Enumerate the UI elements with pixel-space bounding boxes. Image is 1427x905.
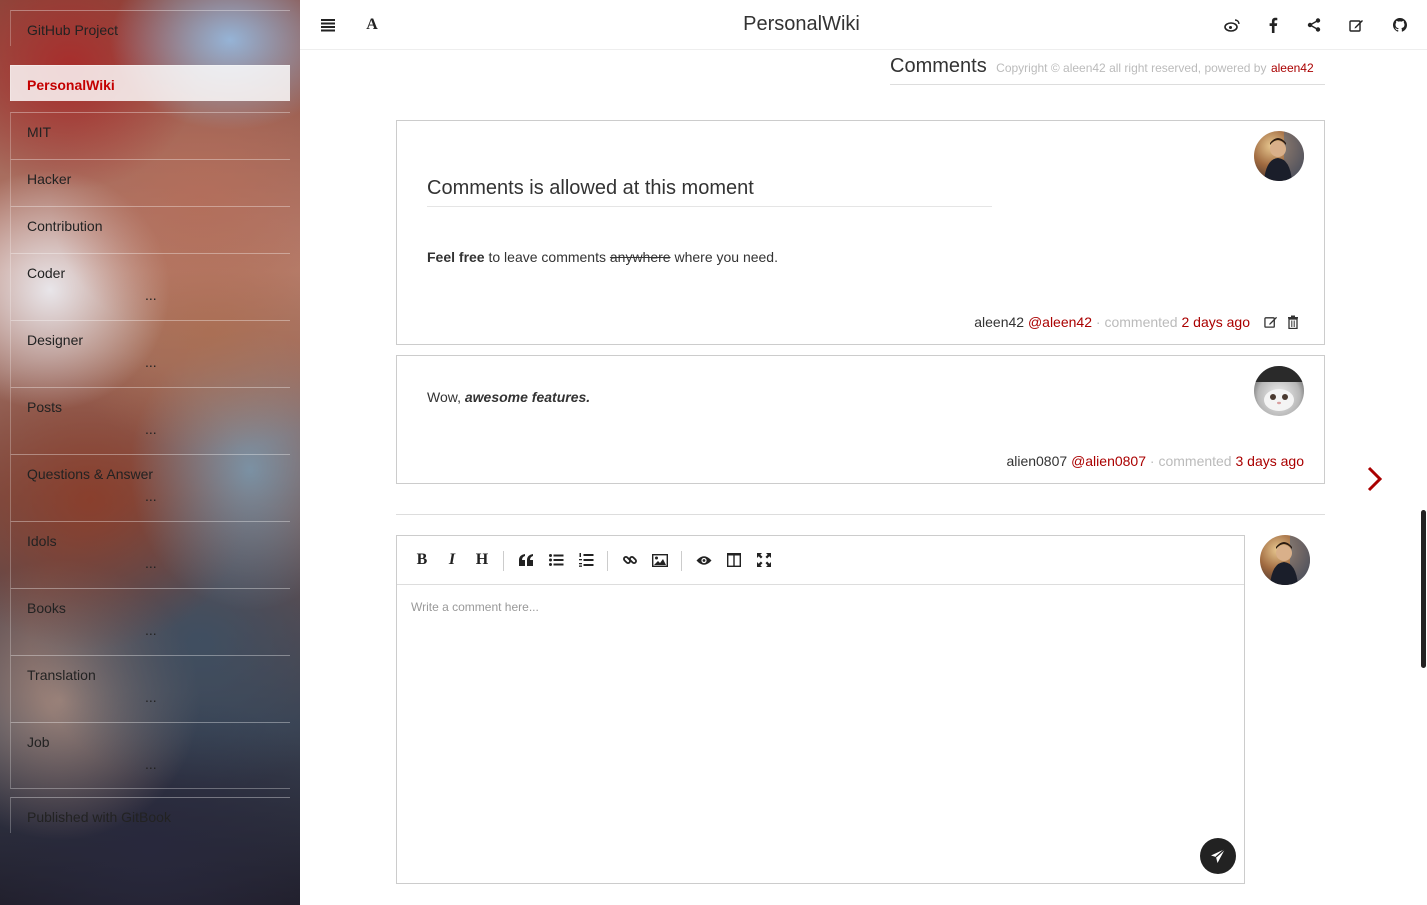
comment-card: Wow, awesome features. alien0807 @alien0… — [396, 355, 1325, 484]
comment-time: 3 days ago — [1235, 453, 1305, 469]
edit-icon[interactable] — [1346, 15, 1366, 35]
current-user-avatar[interactable] — [1260, 535, 1310, 585]
comment-author: aleen42 — [974, 314, 1025, 330]
comment-body: Feel free to leave comments anywhere whe… — [427, 249, 778, 265]
comment-time: 2 days ago — [1181, 314, 1251, 330]
sidebar-item-label: MIT — [27, 124, 52, 140]
facebook-icon[interactable] — [1263, 15, 1283, 35]
comment-author: alien0807 — [1006, 453, 1068, 469]
divider — [396, 514, 1325, 515]
avatar[interactable] — [1254, 366, 1304, 416]
edit-comment-icon[interactable] — [1264, 315, 1280, 331]
sidebar-item-more: ... — [145, 354, 157, 370]
comment-card: Comments is allowed at this moment Feel … — [396, 120, 1325, 345]
sidebar-item-more: ... — [145, 287, 157, 303]
editor-toolbar: B I H — [397, 536, 1244, 585]
sidebar-item-personalwiki[interactable]: PersonalWiki — [10, 65, 290, 101]
page-title: PersonalWiki — [743, 13, 860, 35]
sidebar-item-label: GitHub Project — [27, 22, 119, 38]
unordered-list-icon[interactable] — [545, 549, 567, 571]
sidebar-nav: GitHub Project PersonalWiki MIT Hacker C… — [10, 0, 290, 833]
sidebar-item-label: Posts — [27, 399, 63, 415]
comments-title: Comments — [890, 55, 987, 77]
sidebar-item-books[interactable]: Books ... — [10, 588, 290, 655]
sidebar-item-more: ... — [145, 555, 157, 571]
comment-input[interactable] — [397, 585, 1244, 883]
comment-body-emphasis: awesome features. — [464, 389, 591, 405]
sidebar-item-coder[interactable]: Coder ... — [10, 253, 290, 320]
sidebar-item-questions-answer[interactable]: Questions & Answer ... — [10, 454, 290, 521]
sidebar-item-more: ... — [145, 689, 157, 705]
sidebar-item-label: Contribution — [27, 218, 103, 234]
sidebar-item-label: Coder — [27, 265, 66, 281]
delete-comment-icon[interactable] — [1287, 315, 1301, 331]
sidebar-item-label: Designer — [27, 332, 84, 348]
comment-body-text: Wow, — [427, 389, 465, 405]
comment-body-bold: Feel free — [427, 249, 485, 265]
copyright-text: Copyright © aleen42 all right reserved, … — [996, 61, 1267, 75]
comment-action: commented — [1158, 453, 1232, 469]
github-icon[interactable] — [1390, 15, 1410, 35]
comment-body-strike: anywhere — [609, 249, 671, 265]
sidebar-item-published-with-gitbook[interactable]: Published with GitBook — [10, 797, 290, 833]
sidebar-item-github-project[interactable]: GitHub Project — [10, 10, 290, 46]
comment-meta: alien0807 @alien0807 · commented 3 days … — [1006, 453, 1304, 469]
comment-heading: Comments is allowed at this moment — [427, 177, 992, 207]
send-button[interactable] — [1200, 838, 1236, 874]
sidebar-item-label: Books — [27, 600, 66, 616]
comment-handle-link[interactable]: @aleen42 — [1028, 314, 1092, 330]
powered-by-link[interactable]: aleen42 — [1271, 61, 1314, 75]
share-icon[interactable] — [1304, 15, 1324, 35]
fullscreen-icon[interactable] — [753, 549, 775, 571]
italic-button[interactable]: I — [441, 549, 463, 571]
comment-body: Wow, awesome features. — [427, 389, 590, 405]
sidebar-item-more: ... — [145, 756, 157, 772]
image-icon[interactable] — [649, 549, 671, 571]
sidebar-item-more: ... — [145, 622, 157, 638]
avatar[interactable] — [1254, 131, 1304, 181]
link-icon[interactable] — [619, 549, 641, 571]
sidebar: GitHub Project PersonalWiki MIT Hacker C… — [0, 0, 300, 905]
sidebar-item-translation[interactable]: Translation ... — [10, 655, 290, 722]
comment-meta: aleen42 @aleen42 · commented 2 days ago — [974, 314, 1250, 330]
sidebar-item-more: ... — [145, 421, 157, 437]
sidebar-item-label: Published with GitBook — [27, 809, 171, 825]
top-header: A PersonalWiki — [300, 0, 1427, 50]
comment-body-text: to leave comments — [484, 249, 610, 265]
sidebar-item-label: PersonalWiki — [27, 77, 115, 93]
sidebar-item-label: Idols — [27, 533, 57, 549]
preview-eye-icon[interactable] — [693, 549, 715, 571]
sidebar-item-hacker[interactable]: Hacker — [10, 159, 290, 206]
next-page-chevron-icon[interactable] — [1363, 463, 1387, 495]
quote-icon[interactable] — [515, 549, 537, 571]
heading-button[interactable]: H — [471, 549, 493, 571]
scrollbar-thumb[interactable] — [1421, 510, 1426, 668]
sidebar-item-label: Questions & Answer — [27, 466, 154, 482]
sidebar-item-designer[interactable]: Designer ... — [10, 320, 290, 387]
ordered-list-icon[interactable] — [575, 549, 597, 571]
comments-header: Comments Copyright © aleen42 all right r… — [890, 55, 1325, 85]
sidebar-item-contribution[interactable]: Contribution — [10, 206, 290, 253]
comment-handle-link[interactable]: @alien0807 — [1071, 453, 1146, 469]
sidebar-item-idols[interactable]: Idols ... — [10, 521, 290, 588]
sidebar-item-job[interactable]: Job ... — [10, 722, 290, 789]
toolbar-separator — [607, 551, 608, 571]
bold-button[interactable]: B — [411, 549, 433, 571]
comment-action: commented — [1104, 314, 1178, 330]
comment-body-text: where you need. — [670, 249, 778, 265]
comment-editor: B I H — [396, 535, 1245, 884]
toolbar-separator — [681, 551, 682, 571]
sidebar-item-label: Job — [27, 734, 50, 750]
toolbar-separator — [503, 551, 504, 571]
sidebar-item-more: ... — [145, 488, 157, 504]
sidebar-item-mit[interactable]: MIT — [10, 112, 290, 159]
side-by-side-icon[interactable] — [723, 549, 745, 571]
sidebar-item-label: Hacker — [27, 171, 72, 187]
weibo-icon[interactable] — [1222, 15, 1242, 35]
paper-plane-icon — [1211, 848, 1226, 863]
sidebar-item-label: Translation — [27, 667, 96, 683]
sidebar-item-posts[interactable]: Posts ... — [10, 387, 290, 454]
